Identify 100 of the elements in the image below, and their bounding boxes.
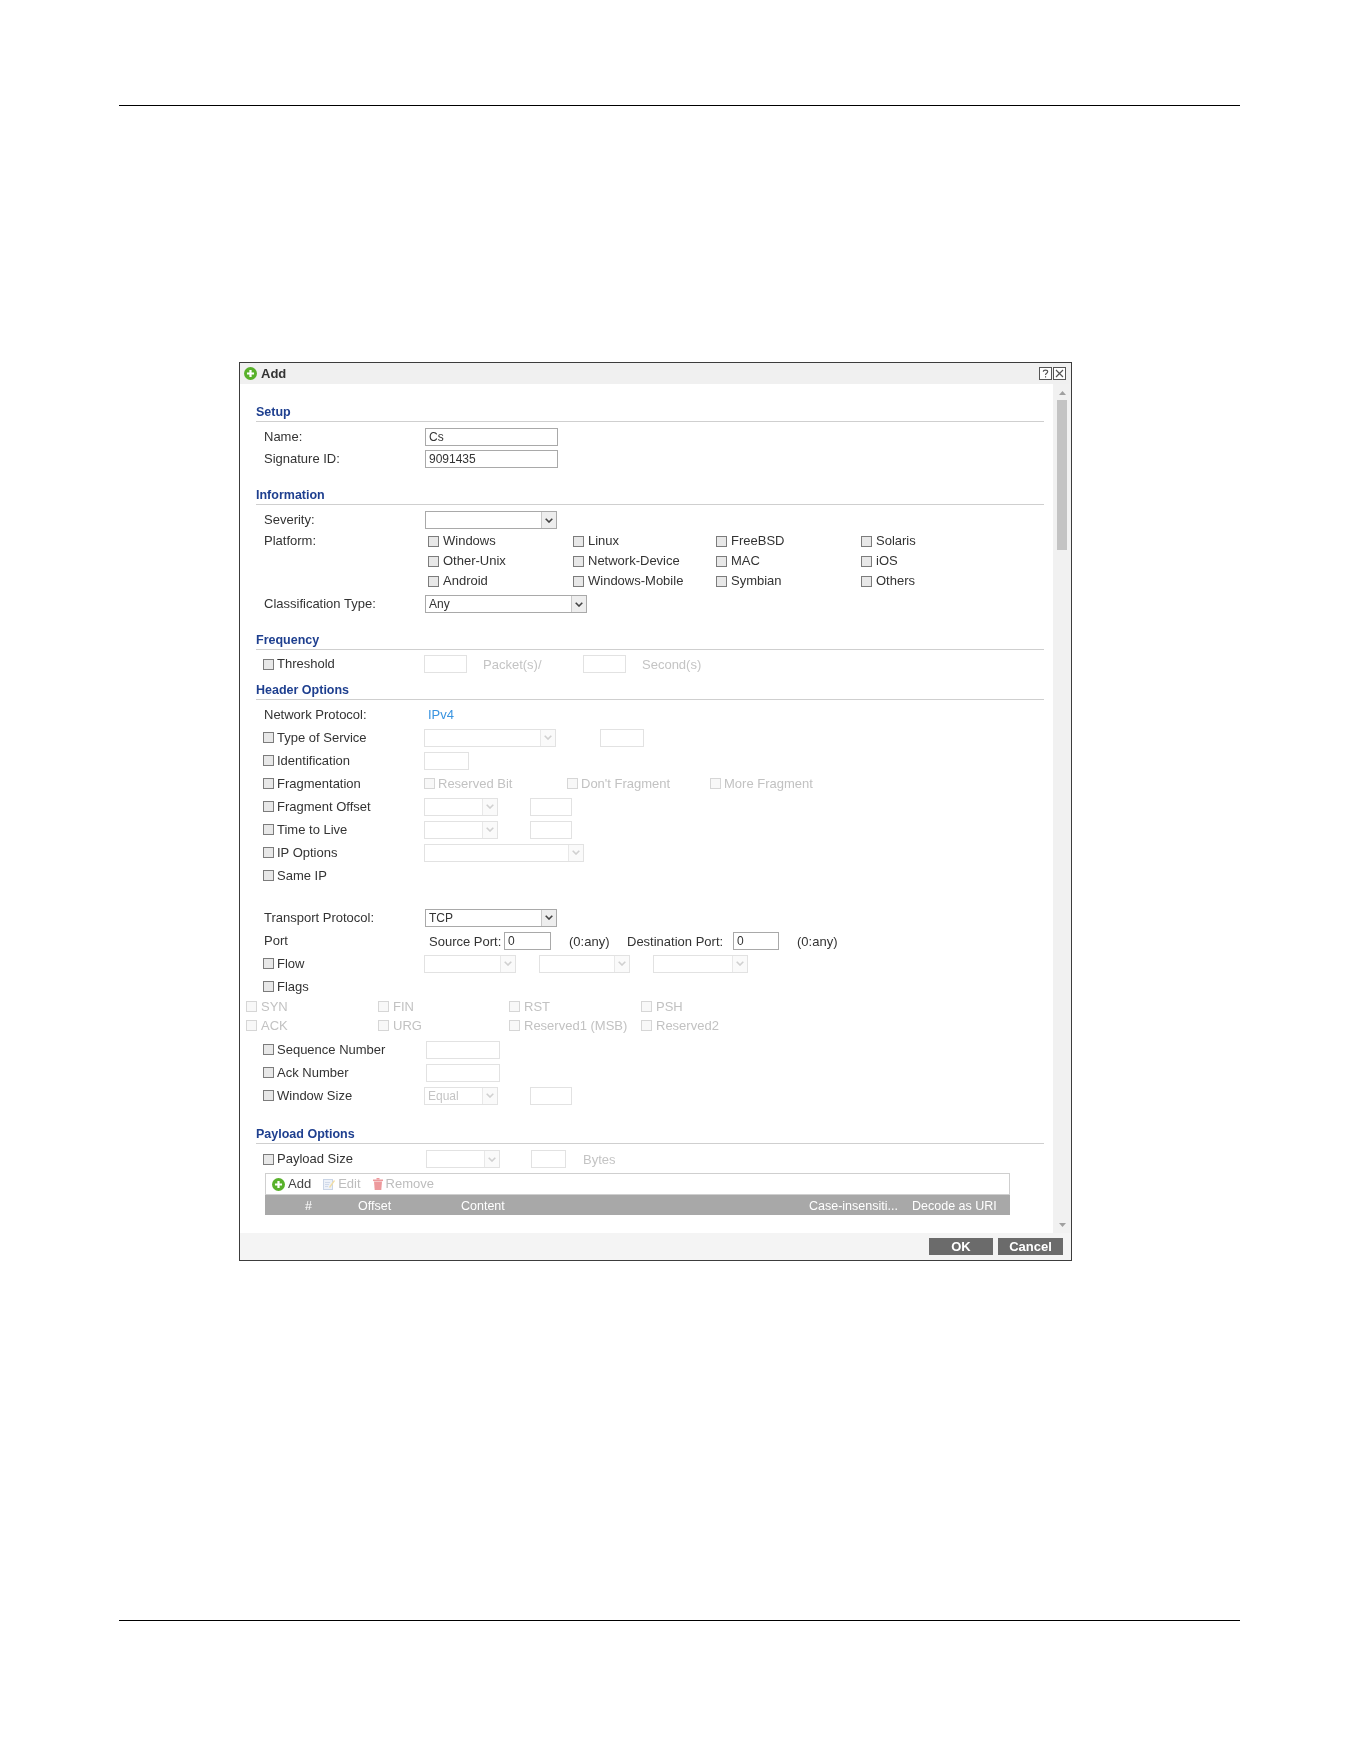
column-header: Case-insensiti... bbox=[809, 1199, 898, 1213]
scroll-up-arrow-icon[interactable] bbox=[1058, 391, 1066, 395]
dropdown[interactable]: TCP bbox=[425, 908, 557, 927]
checkbox[interactable] bbox=[263, 755, 274, 766]
unit-label: Bytes bbox=[583, 1152, 616, 1167]
toolbar-button[interactable]: Add bbox=[272, 1176, 312, 1192]
close-icon[interactable] bbox=[1053, 367, 1066, 380]
checkbox[interactable] bbox=[861, 535, 872, 547]
dialog-button[interactable]: Cancel bbox=[998, 1238, 1063, 1255]
checkbox[interactable] bbox=[263, 1090, 274, 1101]
option-label: RST bbox=[524, 998, 550, 1015]
checkbox[interactable] bbox=[263, 1067, 274, 1078]
checkbox[interactable] bbox=[263, 732, 274, 743]
checkbox[interactable] bbox=[263, 870, 274, 881]
checkbox[interactable] bbox=[716, 575, 727, 587]
plus-circle-icon bbox=[272, 1177, 285, 1191]
dialog-button[interactable]: OK bbox=[929, 1238, 993, 1255]
field-label: Destination Port: bbox=[627, 933, 724, 949]
section-heading: Frequency bbox=[256, 632, 321, 648]
field-label: Source Port: bbox=[429, 933, 502, 949]
option-label: MAC bbox=[731, 553, 760, 569]
option-label: SYN bbox=[261, 998, 288, 1015]
input-field[interactable]: 0 bbox=[504, 931, 551, 950]
option-label: Other-Unix bbox=[443, 553, 506, 569]
option-label: Ack Number bbox=[277, 1064, 349, 1081]
field-label: Classification Type: bbox=[264, 596, 376, 612]
checkbox[interactable] bbox=[263, 1044, 274, 1055]
help-icon[interactable] bbox=[1039, 367, 1052, 380]
checkbox[interactable] bbox=[263, 658, 274, 670]
checkbox[interactable] bbox=[573, 575, 584, 587]
plus-circle-icon bbox=[244, 367, 257, 380]
checkbox[interactable] bbox=[263, 778, 274, 789]
option-label: PSH bbox=[656, 998, 683, 1015]
checkbox[interactable] bbox=[861, 555, 872, 567]
field-label: Transport Protocol: bbox=[264, 909, 375, 926]
option-label: Same IP bbox=[277, 867, 327, 884]
checkbox[interactable] bbox=[861, 575, 872, 587]
option-label: Flags bbox=[277, 978, 309, 995]
checkbox[interactable] bbox=[716, 555, 727, 567]
option-label: More Fragment bbox=[724, 775, 813, 792]
option-label: Threshold bbox=[277, 656, 335, 672]
field-label: Name: bbox=[264, 429, 303, 445]
option-label: Fragmentation bbox=[277, 775, 361, 792]
option-label: Windows bbox=[443, 533, 496, 549]
column-header: Content bbox=[461, 1199, 505, 1213]
hint-text: (0:any) bbox=[797, 933, 838, 949]
unit-label: Second(s) bbox=[642, 657, 702, 672]
option-label: Network-Device bbox=[588, 553, 680, 569]
scrollbar-thumb[interactable] bbox=[1057, 400, 1067, 550]
option-label: Fragment Offset bbox=[277, 798, 371, 815]
checkbox[interactable] bbox=[263, 1153, 274, 1165]
option-label: Android bbox=[443, 573, 488, 589]
dialog-title: Add bbox=[261, 365, 287, 382]
section-heading: Payload Options bbox=[256, 1126, 356, 1142]
checkbox[interactable] bbox=[716, 535, 727, 547]
hint-text: (0:any) bbox=[569, 933, 610, 949]
option-label: Type of Service bbox=[277, 729, 367, 746]
option-label: iOS bbox=[876, 553, 898, 569]
option-label: Time to Live bbox=[277, 821, 348, 838]
option-label: Flow bbox=[277, 955, 305, 972]
checkbox[interactable] bbox=[428, 555, 439, 567]
option-label: Solaris bbox=[876, 533, 916, 549]
dropdown[interactable] bbox=[425, 511, 557, 529]
column-header: Offset bbox=[358, 1199, 392, 1213]
checkbox[interactable] bbox=[428, 575, 439, 587]
option-label: IP Options bbox=[277, 844, 338, 861]
checkbox[interactable] bbox=[573, 555, 584, 567]
checkbox[interactable] bbox=[263, 801, 274, 812]
checkbox[interactable] bbox=[263, 847, 274, 858]
notepad-pencil-icon bbox=[323, 1178, 336, 1190]
option-label: FreeBSD bbox=[731, 533, 785, 549]
section-heading: Setup bbox=[256, 404, 292, 420]
checkbox[interactable] bbox=[263, 958, 274, 969]
field-label: Severity: bbox=[264, 512, 315, 528]
input-field[interactable]: 9091435 bbox=[425, 450, 558, 468]
section-heading: Information bbox=[256, 487, 326, 503]
checkbox[interactable] bbox=[263, 824, 274, 835]
protocol-value: IPv4 bbox=[427, 706, 454, 723]
option-label: Sequence Number bbox=[277, 1041, 386, 1058]
checkbox[interactable] bbox=[573, 535, 584, 547]
option-label: Reserved Bit bbox=[438, 775, 513, 792]
field-label: Network Protocol: bbox=[264, 706, 367, 723]
field-label: Port bbox=[264, 932, 288, 949]
option-label: Others bbox=[876, 573, 915, 589]
scroll-down-arrow-icon[interactable] bbox=[1058, 1223, 1066, 1227]
input-field[interactable]: 0 bbox=[733, 931, 779, 950]
option-label: Payload Size bbox=[277, 1151, 353, 1167]
input-field[interactable]: Cs bbox=[425, 428, 558, 446]
dropdown[interactable]: Any bbox=[425, 595, 587, 613]
checkbox[interactable] bbox=[263, 981, 274, 992]
option-label: Identification bbox=[277, 752, 350, 769]
checkbox[interactable] bbox=[428, 535, 439, 547]
unit-label: Packet(s)/ bbox=[483, 657, 542, 672]
option-label: Reserved2 bbox=[656, 1017, 719, 1034]
column-header: Decode as URI bbox=[912, 1199, 997, 1213]
option-label: Window Size bbox=[277, 1087, 353, 1104]
column-header: # bbox=[305, 1199, 312, 1213]
field-label: Signature ID: bbox=[264, 451, 340, 467]
section-heading: Header Options bbox=[256, 682, 351, 698]
option-label: Reserved1 (MSB) bbox=[524, 1017, 628, 1034]
